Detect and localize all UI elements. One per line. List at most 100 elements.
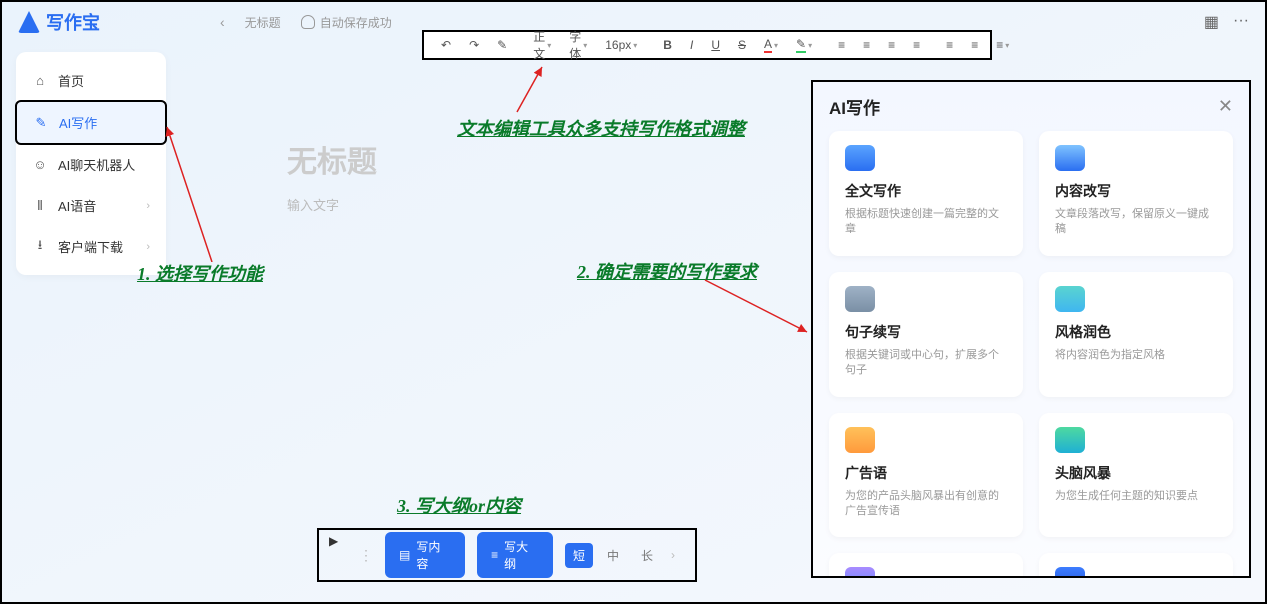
- back-button[interactable]: ‹: [220, 14, 225, 30]
- ai-card-continue[interactable]: 句子续写 根据关键词或中心句，扩展多个句子: [829, 272, 1023, 397]
- cloud-icon: [301, 15, 315, 29]
- sidebar-item-label: AI聊天机器人: [58, 155, 135, 174]
- chevron-right-icon[interactable]: ›: [667, 548, 679, 562]
- card-desc: 为您生成任何主题的知识要点: [1055, 489, 1217, 504]
- ai-card-extra-2[interactable]: [1039, 553, 1233, 578]
- font-select[interactable]: 字体▾: [564, 28, 592, 62]
- length-short[interactable]: 短: [565, 543, 593, 568]
- editor-area: 无标题 输入文字: [257, 87, 805, 587]
- write-content-button[interactable]: ▤ 写内容: [385, 532, 465, 578]
- ai-card-slogan[interactable]: 广告语 为您的产品头脑风暴出有创意的广告宣传语: [829, 413, 1023, 538]
- write-content-label: 写内容: [416, 538, 451, 572]
- sidebar-item-label: 客户端下载: [58, 237, 123, 256]
- sidebar-item-voice[interactable]: ⦀ AI语音 ›: [16, 185, 166, 226]
- more-icon[interactable]: ···: [1233, 12, 1249, 32]
- sidebar-item-label: AI语音: [58, 196, 96, 215]
- card-icon: [845, 286, 875, 312]
- write-outline-label: 写大纲: [504, 538, 539, 572]
- ai-card-full-writing[interactable]: 全文写作 根据标题快速创建一篇完整的文章: [829, 131, 1023, 256]
- ai-card-grid: 全文写作 根据标题快速创建一篇完整的文章 内容改写 文章段落改写，保留原义一键成…: [829, 131, 1233, 578]
- doc-title-crumb[interactable]: 无标题: [245, 14, 281, 31]
- unordered-list-button[interactable]: ≡: [966, 38, 983, 52]
- heading-select[interactable]: 正文▾: [528, 28, 556, 62]
- ai-card-brainstorm[interactable]: 头脑风暴 为您生成任何主题的知识要点: [1039, 413, 1233, 538]
- card-desc: 为您的产品头脑风暴出有创意的广告宣传语: [845, 489, 1007, 520]
- ordered-list-button[interactable]: ≡: [941, 38, 958, 52]
- card-icon: [845, 427, 875, 453]
- arrow-1: [162, 122, 222, 262]
- autosave-status: 自动保存成功: [301, 14, 392, 31]
- card-icon: [1055, 427, 1085, 453]
- card-title: 广告语: [845, 463, 1007, 483]
- align-right-button[interactable]: ≡: [883, 38, 900, 52]
- sidebar-item-download[interactable]: ⭳ 客户端下载 ›: [16, 226, 166, 267]
- ai-card-rewrite[interactable]: 内容改写 文章段落改写，保留原义一键成稿: [1039, 131, 1233, 256]
- ai-panel-title: AI写作: [829, 94, 880, 119]
- highlight-button[interactable]: ✎▾: [791, 37, 817, 53]
- card-desc: 根据标题快速创建一篇完整的文章: [845, 207, 1007, 238]
- ai-card-polish[interactable]: 风格润色 将内容润色为指定风格: [1039, 272, 1233, 397]
- voice-icon: ⦀: [32, 198, 48, 214]
- editor-toolbar: ↶ ↷ ✎ 正文▾ 字体▾ 16px▾ B I U S A▾ ✎▾ ≡ ≡ ≡ …: [422, 30, 992, 60]
- sidebar-item-label: AI写作: [59, 113, 97, 132]
- autosave-text: 自动保存成功: [320, 14, 392, 31]
- strike-button[interactable]: S: [733, 38, 751, 52]
- card-icon: [1055, 286, 1085, 312]
- drag-handle-icon[interactable]: ⋮: [359, 547, 373, 564]
- align-center-button[interactable]: ≡: [858, 38, 875, 52]
- redo-button[interactable]: ↷: [464, 38, 484, 52]
- chevron-right-icon: ›: [146, 241, 150, 253]
- header-actions: ▦ ···: [1204, 12, 1249, 32]
- card-desc: 文章段落改写，保留原义一键成稿: [1055, 207, 1217, 238]
- bold-button[interactable]: B: [658, 38, 677, 52]
- chevron-right-icon: ›: [146, 200, 150, 212]
- align-justify-button[interactable]: ≡: [908, 38, 925, 52]
- font-color-button[interactable]: A▾: [759, 37, 783, 53]
- format-brush-button[interactable]: ✎: [492, 38, 512, 52]
- logo: 写作宝: [18, 9, 100, 35]
- card-title: 头脑风暴: [1055, 463, 1217, 483]
- card-icon: [845, 567, 875, 578]
- sidebar-item-chat[interactable]: ☺ AI聊天机器人: [16, 144, 166, 185]
- ai-card-extra-1[interactable]: [829, 553, 1023, 578]
- close-icon[interactable]: ✕: [1218, 96, 1233, 117]
- sidebar-item-home[interactable]: ⌂ 首页: [16, 60, 166, 101]
- card-title: 内容改写: [1055, 181, 1217, 201]
- length-long[interactable]: 长: [633, 543, 661, 568]
- indent-button[interactable]: ≡▾: [991, 38, 1014, 52]
- action-bar: ▶ ⋮ ▤ 写内容 ≡ 写大纲 短 中 长 ›: [317, 528, 697, 582]
- card-title: 全文写作: [845, 181, 1007, 201]
- app-name: 写作宝: [46, 9, 100, 35]
- play-icon: ▶: [329, 534, 338, 548]
- doc-icon: ▤: [399, 548, 410, 562]
- length-selector: 短 中 长 ›: [565, 543, 679, 568]
- italic-button[interactable]: I: [685, 38, 698, 52]
- ai-panel: AI写作 ✕ 全文写作 根据标题快速创建一篇完整的文章 内容改写 文章段落改写，…: [811, 80, 1251, 578]
- breadcrumb: ‹ 无标题 自动保存成功: [220, 14, 392, 31]
- sidebar-item-label: 首页: [58, 71, 84, 90]
- size-select[interactable]: 16px▾: [600, 38, 642, 52]
- sidebar-item-ai-write[interactable]: ✎ AI写作: [15, 100, 167, 145]
- title-input[interactable]: 无标题: [287, 137, 805, 181]
- grid-icon[interactable]: ▦: [1204, 12, 1219, 32]
- card-icon: [1055, 567, 1085, 578]
- card-title: 句子续写: [845, 322, 1007, 342]
- sidebar: ⌂ 首页 ✎ AI写作 ☺ AI聊天机器人 ⦀ AI语音 › ⭳ 客户端下载 ›: [16, 52, 166, 275]
- body-input[interactable]: 输入文字: [287, 195, 805, 214]
- ai-panel-header: AI写作 ✕: [829, 94, 1233, 119]
- chat-icon: ☺: [32, 157, 48, 173]
- pencil-icon: ✎: [33, 115, 49, 131]
- card-desc: 根据关键词或中心句，扩展多个句子: [845, 348, 1007, 379]
- logo-icon: [18, 11, 40, 33]
- underline-button[interactable]: U: [706, 38, 725, 52]
- card-title: 风格润色: [1055, 322, 1217, 342]
- card-icon: [845, 145, 875, 171]
- align-left-button[interactable]: ≡: [833, 38, 850, 52]
- list-icon: ≡: [491, 548, 498, 562]
- home-icon: ⌂: [32, 73, 48, 89]
- write-outline-button[interactable]: ≡ 写大纲: [477, 532, 553, 578]
- card-icon: [1055, 145, 1085, 171]
- card-desc: 将内容润色为指定风格: [1055, 348, 1217, 363]
- undo-button[interactable]: ↶: [436, 38, 456, 52]
- length-medium[interactable]: 中: [599, 543, 627, 568]
